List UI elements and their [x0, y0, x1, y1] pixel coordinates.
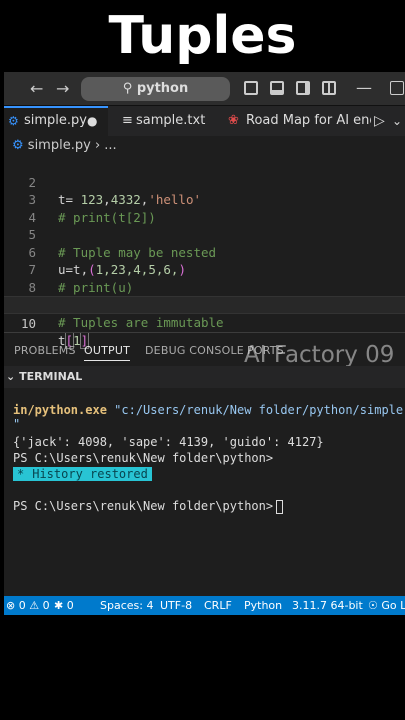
channel-watermark: AI Factory 09 — [244, 342, 395, 368]
status-bar: ⊗ 0 ⚠ 0 ✱ 0 Spaces: 4 UTF-8 CRLF Python … — [4, 596, 405, 615]
eol-status[interactable]: CRLF — [204, 596, 232, 615]
tab-label: simple.py — [24, 113, 87, 128]
vscode-window: ← → ⚲ python — ⚙ simple.py ● ≡ sample.tx… — [4, 72, 405, 615]
python-file-icon: ⚙ — [12, 138, 24, 153]
tab-debug-console[interactable]: DEBUG CONSOLE — [145, 344, 244, 357]
code-line-current: 10 t[1] — [4, 296, 405, 349]
run-file-icon[interactable]: ▷ — [374, 106, 385, 136]
code-line: 7 # print(u) — [4, 244, 405, 295]
encoding-status[interactable]: UTF-8 — [160, 596, 192, 615]
maximize-icon[interactable] — [390, 81, 404, 95]
breadcrumb: ⚙ simple.py › ... — [4, 136, 405, 156]
term-path: "c:/Users/renuk/New folder/python/simple… — [106, 403, 405, 417]
language-status[interactable]: Python — [244, 596, 282, 615]
toggle-sidebar-icon[interactable] — [244, 81, 258, 95]
chevron-down-icon: ⌄ — [6, 370, 16, 383]
tab-label: Road Map for AI engin — [246, 113, 371, 128]
back-arrow-icon[interactable]: ← — [30, 79, 43, 99]
tab-output[interactable]: OUTPUT — [84, 344, 131, 361]
go-live-button[interactable]: ☉ Go Li — [368, 596, 405, 615]
history-restored-banner: * History restored — [13, 466, 152, 482]
indentation-status[interactable]: Spaces: 4 — [100, 596, 153, 615]
breadcrumb-file[interactable]: simple.py — [28, 138, 91, 153]
go-live-label: Go Li — [381, 599, 405, 612]
ports-status[interactable]: ✱ 0 — [54, 596, 74, 615]
title-bar: ← → ⚲ python — — [4, 72, 405, 106]
history-text: History restored — [28, 467, 152, 481]
line-number: 10 — [20, 315, 36, 331]
video-title: Tuples — [108, 6, 297, 66]
terminal-label: TERMINAL — [19, 370, 83, 383]
tab-problems[interactable]: PROBLEMS — [14, 344, 76, 357]
terminal-line: in/python.exe "c:/Users/renuk/New folder… — [13, 402, 405, 418]
terminal-prompt: PS C:\Users\renuk\New folder\python> — [13, 499, 274, 513]
unsaved-dot-icon[interactable]: ● — [87, 108, 97, 134]
terminal-prompt: PS C:\Users\renuk\New folder\python> — [13, 451, 274, 465]
code-line: 2 t= 123,4332,'hello' — [4, 156, 405, 208]
terminal-header[interactable]: ⌄ TERMINAL — [4, 366, 405, 388]
problems-status[interactable]: ⊗ 0 ⚠ 0 — [6, 596, 50, 615]
toggle-panel-icon[interactable] — [270, 81, 284, 95]
panel-divider[interactable] — [4, 332, 405, 333]
interpreter-status[interactable]: 3.11.7 64-bit — [292, 596, 363, 615]
search-icon: ⚲ — [122, 81, 133, 96]
tab-label: sample.txt — [136, 113, 206, 128]
terminal[interactable]: in/python.exe "c:/Users/renuk/New folder… — [4, 388, 405, 596]
terminal-output: {'jack': 4098, 'sape': 4139, 'guido': 41… — [13, 435, 324, 449]
minimize-icon[interactable]: — — [356, 78, 372, 98]
code-editor[interactable]: 2 t= 123,4332,'hello' 3 # print(t[2]) 4 … — [4, 156, 405, 349]
editor-tabs: ⚙ simple.py ● ≡ sample.txt ❀ Road Map fo… — [4, 106, 405, 136]
error-count: 0 — [18, 599, 26, 612]
broadcast-icon: ✱ — [54, 599, 64, 612]
tab-sample-txt[interactable]: ≡ sample.txt — [116, 106, 214, 136]
customize-layout-icon[interactable] — [322, 81, 336, 95]
search-text: python — [136, 81, 189, 96]
code-line: 4 — [4, 191, 405, 225]
python-file-icon: ⚙ — [8, 114, 19, 128]
error-icon: ⊗ — [6, 599, 16, 612]
terminal-cursor — [276, 499, 284, 514]
warning-count: 0 — [42, 599, 50, 612]
ports-count: 0 — [66, 599, 74, 612]
history-mark: * — [13, 467, 29, 481]
breadcrumb-symbol[interactable]: ... — [104, 138, 116, 153]
code-line: 6 u=t,(1,23,4,5,6,) — [4, 226, 405, 278]
toggle-secondary-sidebar-icon[interactable] — [296, 81, 310, 95]
pdf-file-icon: ❀ — [228, 113, 239, 128]
tab-simple-py[interactable]: ⚙ simple.py ● — [4, 106, 108, 136]
tab-road-map[interactable]: ❀ Road Map for AI engin — [226, 106, 371, 136]
code-text: # Tuples are immutable — [58, 314, 224, 330]
command-center-search[interactable]: ⚲ python — [81, 77, 230, 101]
code-line: 9 # Tuples are immutable — [4, 279, 405, 330]
terminal-prompt-line: PS C:\Users\renuk\New folder\python> — [13, 498, 284, 514]
code-line: 5 # Tuple may be nested — [4, 209, 405, 260]
text-file-icon: ≡ — [122, 113, 133, 128]
term-exe: in/python.exe — [13, 403, 107, 417]
code-line: 3 # print(t[2]) — [4, 174, 405, 225]
terminal-line: " — [13, 417, 21, 431]
chevron-right-icon: › — [94, 138, 101, 153]
forward-arrow-icon[interactable]: → — [56, 79, 69, 99]
code-line: 8 — [4, 261, 405, 295]
warning-icon: ⚠ — [29, 599, 40, 612]
run-dropdown-icon[interactable]: ⌄ — [392, 106, 402, 136]
broadcast-icon: ☉ — [368, 599, 378, 612]
